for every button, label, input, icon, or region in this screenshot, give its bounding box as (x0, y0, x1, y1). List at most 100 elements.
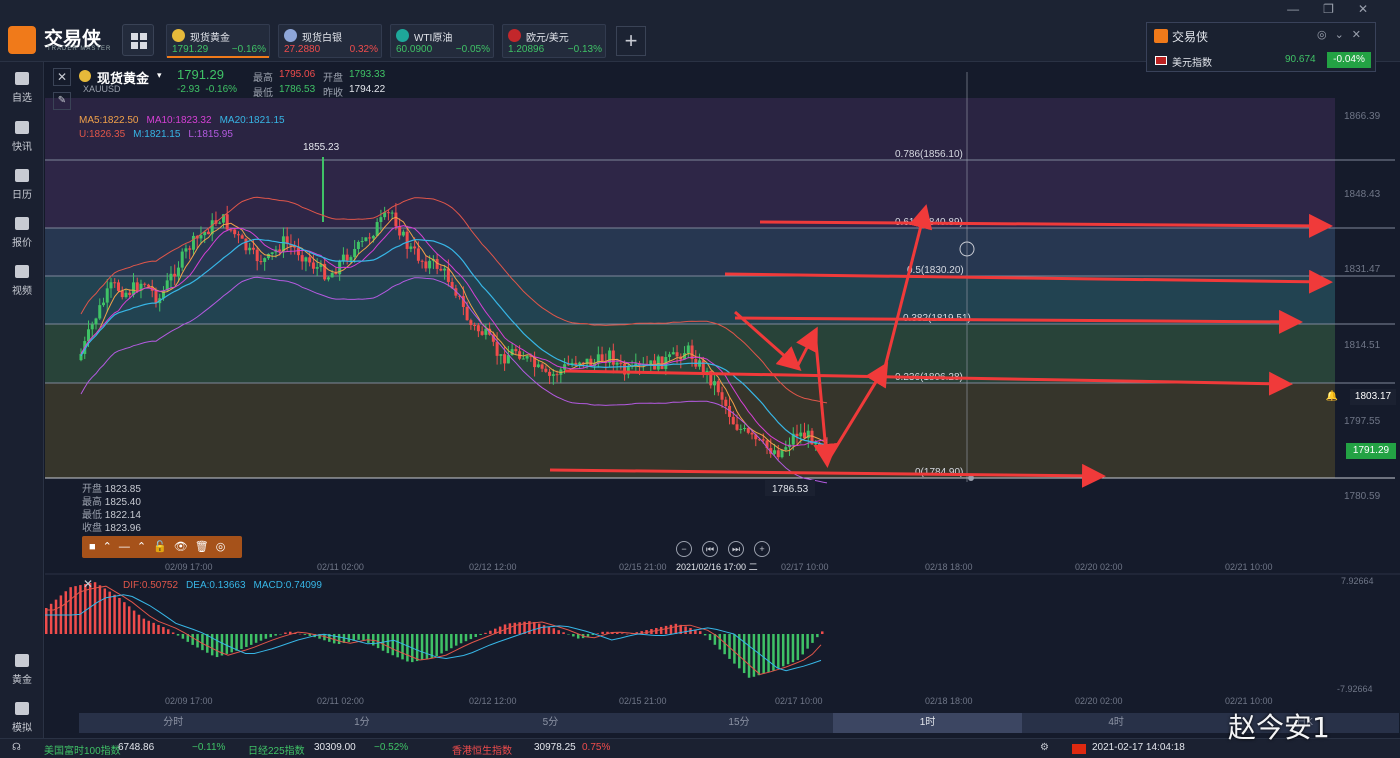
app-logo-icon (8, 26, 36, 54)
macd-bar (625, 633, 629, 635)
status-bar: ☊ ⚙ 2021-02-17 14:04:18 美国富时100指数 6748.86… (0, 738, 1400, 758)
candle-body (743, 427, 747, 429)
macd-bar (415, 634, 419, 662)
trash-icon[interactable]: 🗑 (195, 536, 209, 558)
candle-body (334, 272, 338, 275)
chevron-down-icon[interactable]: ▾ (157, 70, 162, 81)
candle-body (364, 237, 368, 242)
candle (660, 356, 664, 370)
candle-body (619, 362, 623, 364)
widget-controls[interactable]: ◎⌄✕ (1317, 28, 1369, 41)
macd-bar (74, 586, 77, 634)
price-alert-bell-icon[interactable]: 🔔 (1324, 389, 1340, 405)
chevron-up-icon[interactable]: ⌃ (103, 536, 112, 558)
candle-body (188, 248, 192, 250)
sidebar-item[interactable]: 日历 (0, 169, 44, 203)
candle-body (465, 306, 469, 321)
sidebar-item[interactable]: 模拟 (0, 702, 44, 736)
maximize-icon[interactable]: ❐ (1323, 2, 1358, 16)
sidebar-item[interactable]: 自选 (0, 72, 44, 106)
close-chart-button[interactable]: ✕ (53, 68, 71, 86)
candle-body (255, 249, 259, 262)
macd-bar (669, 624, 673, 634)
settings-icon[interactable]: ◎ (216, 536, 226, 558)
ticker-card[interactable]: 现货白银 27.2880 0.32% (278, 24, 382, 58)
timeframe-tab[interactable]: 4时 (1022, 713, 1211, 733)
ticker-price: 27.2880 (284, 44, 321, 55)
macd-bar (533, 621, 536, 634)
close-indicator-icon[interactable]: ✕ (83, 577, 93, 591)
macd-bar (747, 634, 751, 678)
draw-tool-button[interactable]: ✎ (53, 92, 71, 110)
ticker-card[interactable]: WTI原油 60.0900 −0.05% (390, 24, 494, 58)
add-ticker-button[interactable]: + (616, 26, 646, 56)
minimize-icon[interactable]: — (1287, 2, 1323, 16)
ticker-card[interactable]: 现货黄金 1791.29 −0.16% (166, 24, 270, 58)
sidebar-item[interactable]: 报价 (0, 217, 44, 251)
unlock-icon[interactable]: 🔓 (153, 536, 167, 558)
sidebar-item[interactable]: 快讯 (0, 121, 44, 155)
candle-body (86, 329, 90, 342)
candle-body (379, 217, 383, 223)
chart-canvas[interactable]: 0.786(1856.10)0.618(1840.89)0.5(1830.20)… (45, 62, 1400, 713)
drawing-toolbar[interactable]: ■ ⌃ — ⌃ 🔓 👁 🗑 ◎ (82, 536, 242, 558)
legend-item: MA5:1822.50 (79, 115, 139, 126)
sidebar-item-label: 黄金 (12, 675, 32, 686)
instrument-icon (172, 29, 185, 42)
candle-body (544, 368, 548, 372)
collapse-icon[interactable]: ⌄ (1335, 29, 1352, 41)
widget-change-badge: -0.04% (1327, 52, 1371, 68)
layout-grid-button[interactable] (122, 24, 154, 56)
zoom-in-icon[interactable]: + (754, 541, 770, 557)
macd-bar (167, 629, 170, 634)
timeframe-tab[interactable]: 1分 (268, 713, 457, 733)
high-label: 最高 (253, 73, 273, 84)
timeframe-tab[interactable]: 15分 (645, 713, 834, 733)
candle-body (480, 331, 484, 335)
macd-bar (254, 634, 258, 643)
high-value: 1795.06 (279, 69, 316, 80)
candle-body (746, 427, 750, 433)
close-window-icon[interactable]: ✕ (1358, 2, 1392, 16)
macd-bar (298, 633, 302, 635)
close-icon[interactable]: ✕ (1352, 29, 1369, 41)
chart-panel[interactable]: 0.786(1856.10)0.618(1840.89)0.5(1830.20)… (45, 62, 1400, 738)
macd-bar (142, 618, 146, 634)
settings-icon[interactable]: ◎ (1317, 29, 1335, 41)
macd-bar (562, 632, 565, 634)
sidebar-item[interactable]: 视频 (0, 265, 44, 299)
color-swatch-icon[interactable]: ■ (89, 536, 96, 558)
macd-bar (147, 620, 150, 634)
macd-bar (698, 631, 702, 634)
candle-body (803, 432, 807, 439)
tools-icon[interactable]: ⚙ (1040, 742, 1049, 753)
candle-body (701, 360, 705, 374)
scroll-end-icon[interactable]: ⏭ (728, 541, 744, 557)
zoom-out-icon[interactable]: − (676, 541, 692, 557)
eye-icon[interactable]: 👁 (174, 536, 188, 558)
dollar-index-widget[interactable]: 交易侠 ◎⌄✕ 美元指数 90.674 -0.04% (1146, 22, 1376, 72)
candle-body (375, 222, 379, 236)
headset-icon[interactable]: ☊ (12, 742, 21, 753)
macd-bar (396, 634, 399, 658)
candle-body (413, 246, 417, 249)
hover-ohlc-row: 收盘 1823.96 (82, 519, 141, 534)
ticker-change: −0.05% (455, 44, 490, 55)
macd-bar (450, 634, 453, 649)
macd-bar (235, 634, 238, 651)
macd-bar (347, 634, 351, 642)
timeframe-tab[interactable]: 分时 (79, 713, 268, 733)
window-controls[interactable]: —❐✕ (1287, 2, 1392, 16)
line-style-icon[interactable]: — (119, 536, 130, 558)
symbol-change: -2.93 -0.16% (177, 84, 238, 95)
macd-bar (171, 632, 175, 634)
ticker-card[interactable]: 欧元/美元 1.20896 −0.13% (502, 24, 606, 58)
sidebar-item[interactable]: 黄金 (0, 654, 44, 688)
timeframe-tab[interactable]: 5分 (456, 713, 645, 733)
macd-bar (718, 634, 722, 650)
macd-bar (664, 625, 668, 634)
chevron-up-icon[interactable]: ⌃ (137, 536, 146, 558)
quote-icon (15, 217, 29, 230)
scroll-start-icon[interactable]: ⏮ (702, 541, 718, 557)
timeframe-tab[interactable]: 1时 (833, 713, 1022, 733)
